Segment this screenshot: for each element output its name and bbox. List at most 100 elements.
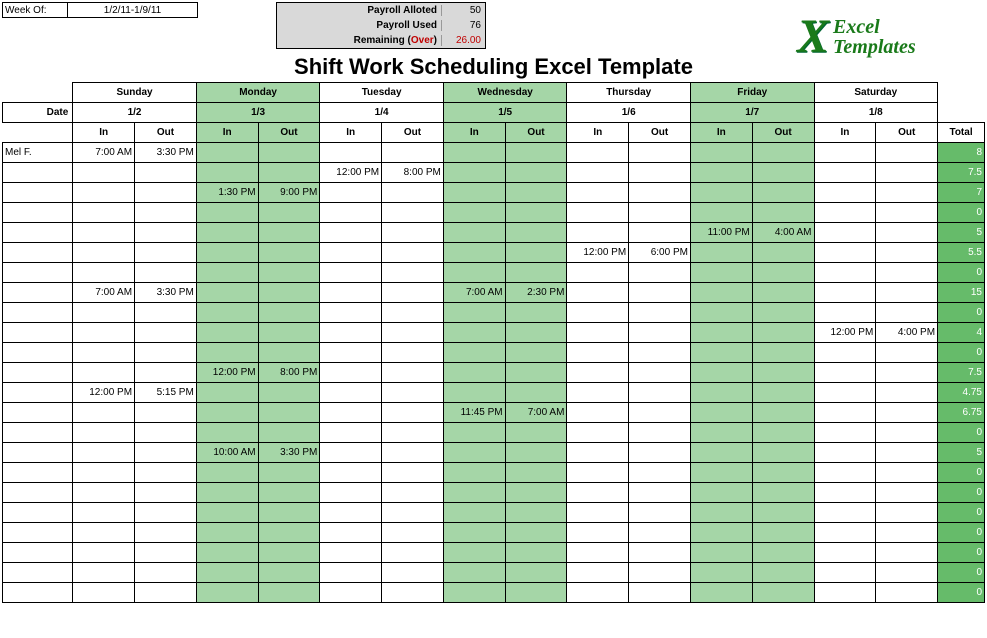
employee-name[interactable] (3, 363, 73, 383)
time-cell[interactable] (876, 203, 938, 223)
time-cell[interactable] (876, 283, 938, 303)
time-cell[interactable] (567, 343, 629, 363)
time-cell[interactable] (320, 203, 382, 223)
time-cell[interactable] (382, 203, 444, 223)
time-cell[interactable] (690, 463, 752, 483)
time-cell[interactable] (629, 583, 691, 603)
time-cell[interactable] (629, 143, 691, 163)
time-cell[interactable] (629, 563, 691, 583)
employee-name[interactable] (3, 203, 73, 223)
time-cell[interactable] (629, 423, 691, 443)
time-cell[interactable] (505, 443, 567, 463)
employee-name[interactable] (3, 423, 73, 443)
time-cell[interactable] (320, 583, 382, 603)
time-cell[interactable] (135, 543, 197, 563)
time-cell[interactable] (73, 363, 135, 383)
employee-name[interactable] (3, 243, 73, 263)
time-cell[interactable] (690, 543, 752, 563)
time-cell[interactable] (505, 163, 567, 183)
time-cell[interactable] (629, 483, 691, 503)
time-cell[interactable]: 11:45 PM (443, 403, 505, 423)
time-cell[interactable] (196, 523, 258, 543)
time-cell[interactable]: 10:00 AM (196, 443, 258, 463)
time-cell[interactable]: 1:30 PM (196, 183, 258, 203)
time-cell[interactable] (629, 543, 691, 563)
time-cell[interactable] (629, 363, 691, 383)
time-cell[interactable] (382, 223, 444, 243)
time-cell[interactable] (814, 263, 876, 283)
time-cell[interactable] (690, 323, 752, 343)
time-cell[interactable] (73, 263, 135, 283)
time-cell[interactable] (629, 223, 691, 243)
time-cell[interactable] (443, 223, 505, 243)
time-cell[interactable] (876, 403, 938, 423)
employee-name[interactable] (3, 303, 73, 323)
time-cell[interactable] (135, 343, 197, 363)
time-cell[interactable] (752, 183, 814, 203)
employee-name[interactable] (3, 263, 73, 283)
time-cell[interactable] (73, 323, 135, 343)
time-cell[interactable] (752, 563, 814, 583)
time-cell[interactable]: 7:00 AM (443, 283, 505, 303)
time-cell[interactable]: 12:00 PM (320, 163, 382, 183)
time-cell[interactable] (629, 463, 691, 483)
time-cell[interactable] (690, 563, 752, 583)
time-cell[interactable] (135, 243, 197, 263)
employee-name[interactable] (3, 403, 73, 423)
time-cell[interactable] (73, 423, 135, 443)
time-cell[interactable] (135, 263, 197, 283)
time-cell[interactable] (876, 163, 938, 183)
time-cell[interactable] (814, 183, 876, 203)
time-cell[interactable]: 7:00 AM (73, 283, 135, 303)
time-cell[interactable] (443, 423, 505, 443)
time-cell[interactable] (382, 463, 444, 483)
time-cell[interactable] (258, 563, 320, 583)
time-cell[interactable] (690, 423, 752, 443)
time-cell[interactable] (629, 263, 691, 283)
time-cell[interactable] (505, 563, 567, 583)
time-cell[interactable] (258, 543, 320, 563)
time-cell[interactable] (690, 263, 752, 283)
time-cell[interactable] (690, 443, 752, 463)
time-cell[interactable] (196, 543, 258, 563)
time-cell[interactable] (135, 163, 197, 183)
time-cell[interactable] (814, 283, 876, 303)
time-cell[interactable] (258, 383, 320, 403)
time-cell[interactable] (752, 363, 814, 383)
time-cell[interactable] (73, 563, 135, 583)
time-cell[interactable] (443, 523, 505, 543)
time-cell[interactable] (505, 483, 567, 503)
time-cell[interactable] (876, 423, 938, 443)
time-cell[interactable]: 6:00 PM (629, 243, 691, 263)
time-cell[interactable] (258, 243, 320, 263)
time-cell[interactable] (443, 263, 505, 283)
time-cell[interactable] (690, 383, 752, 403)
time-cell[interactable] (382, 263, 444, 283)
time-cell[interactable] (443, 163, 505, 183)
time-cell[interactable] (505, 263, 567, 283)
time-cell[interactable] (505, 243, 567, 263)
time-cell[interactable] (443, 503, 505, 523)
time-cell[interactable] (443, 303, 505, 323)
time-cell[interactable] (752, 543, 814, 563)
time-cell[interactable] (443, 363, 505, 383)
time-cell[interactable] (876, 443, 938, 463)
time-cell[interactable] (382, 283, 444, 303)
time-cell[interactable] (382, 583, 444, 603)
employee-name[interactable] (3, 223, 73, 243)
employee-name[interactable] (3, 523, 73, 543)
time-cell[interactable] (73, 243, 135, 263)
time-cell[interactable] (382, 543, 444, 563)
payroll-allotted-value[interactable]: 50 (441, 5, 485, 16)
time-cell[interactable] (320, 543, 382, 563)
time-cell[interactable]: 3:30 PM (258, 443, 320, 463)
time-cell[interactable] (567, 223, 629, 243)
time-cell[interactable] (567, 523, 629, 543)
week-of-value[interactable]: 1/2/11-1/9/11 (68, 2, 198, 18)
time-cell[interactable] (876, 563, 938, 583)
time-cell[interactable] (258, 323, 320, 343)
time-cell[interactable] (443, 143, 505, 163)
time-cell[interactable] (876, 483, 938, 503)
time-cell[interactable]: 8:00 PM (258, 363, 320, 383)
time-cell[interactable] (876, 183, 938, 203)
